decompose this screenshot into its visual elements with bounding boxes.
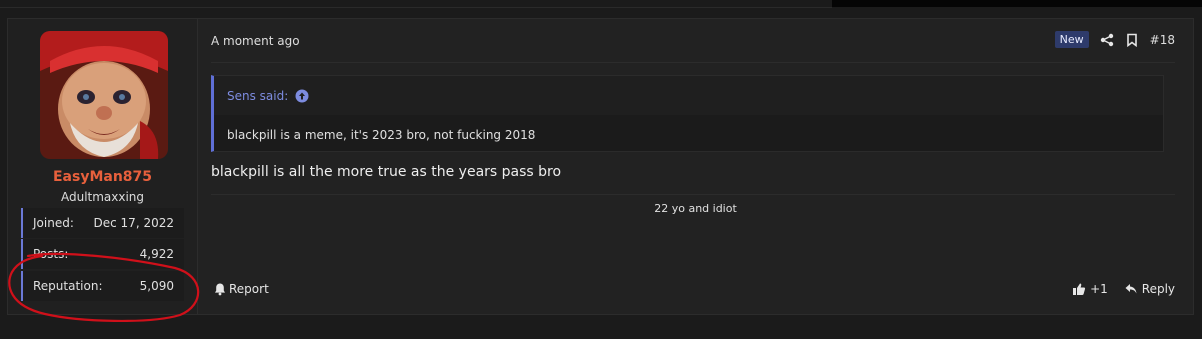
quote-author[interactable]: Sens said:	[227, 89, 288, 103]
quote-header[interactable]: Sens said:	[227, 89, 309, 103]
arrow-up-circle-icon[interactable]	[295, 89, 309, 103]
header-divider	[211, 62, 1175, 63]
post-header-actions: New #18	[1054, 31, 1175, 48]
reply-label: Reply	[1141, 282, 1175, 296]
avatar[interactable]	[40, 31, 168, 159]
post-footer-actions: +1 Reply	[1072, 282, 1175, 296]
stat-reputation: Reputation: 5,090	[21, 271, 184, 301]
quote-text: blackpill is a meme, it's 2023 bro, not …	[227, 128, 536, 142]
new-badge: New	[1054, 31, 1089, 48]
username[interactable]: EasyMan875	[8, 169, 197, 185]
forum-post: EasyMan875 Adultmaxxing Joined: Dec 17, …	[7, 18, 1194, 315]
quote-block: Sens said: blackpill is a meme, it's 202…	[211, 75, 1164, 152]
bell-icon	[215, 283, 225, 296]
bookmark-icon[interactable]	[1125, 33, 1139, 47]
stat-label: Reputation:	[33, 279, 103, 293]
user-title: Adultmaxxing	[60, 190, 145, 204]
post-time[interactable]: A moment ago	[211, 34, 300, 48]
signature: 22 yo and idiot	[654, 202, 737, 215]
signature-divider	[211, 194, 1175, 195]
share-icon[interactable]	[1100, 33, 1114, 47]
stat-value: 5,090	[139, 279, 174, 293]
stat-posts: Posts: 4,922	[21, 239, 184, 269]
report-button[interactable]: Report	[213, 282, 269, 296]
report-label: Report	[229, 282, 269, 296]
message-body: blackpill is all the more true as the ye…	[211, 164, 562, 180]
stat-joined: Joined: Dec 17, 2022	[21, 208, 184, 238]
reply-icon	[1125, 284, 1137, 294]
user-info-column: EasyMan875 Adultmaxxing Joined: Dec 17, …	[8, 19, 198, 314]
top-bar-black	[832, 0, 1202, 7]
stat-label: Joined:	[33, 216, 74, 230]
stat-label: Posts:	[33, 247, 69, 261]
top-divider	[0, 7, 832, 8]
thumbs-up-icon	[1073, 283, 1086, 295]
like-count: +1	[1090, 282, 1108, 296]
like-button[interactable]: +1	[1072, 282, 1108, 296]
post-number[interactable]: #18	[1150, 33, 1175, 47]
avatar-image	[40, 31, 168, 159]
stat-value: Dec 17, 2022	[93, 216, 174, 230]
stat-value: 4,922	[139, 247, 174, 261]
reply-button[interactable]: Reply	[1124, 282, 1175, 296]
post-content: A moment ago New #18 Sens said: blackpil…	[198, 19, 1193, 314]
